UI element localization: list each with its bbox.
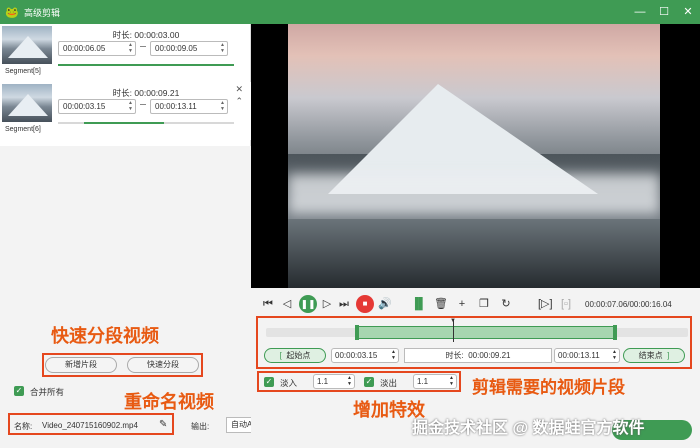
segment-label: Segment[6] bbox=[5, 126, 41, 133]
close-button[interactable]: ✕ bbox=[676, 0, 700, 24]
name-label: 名称: bbox=[14, 422, 33, 431]
segment-end-field[interactable]: 00:00:09.05 ▲ ▼ bbox=[150, 41, 228, 56]
copy-icon[interactable]: ❐ bbox=[478, 298, 490, 310]
add-segment-button[interactable]: 新增片段 bbox=[45, 357, 117, 373]
collapse-icon[interactable]: ⌃ bbox=[235, 96, 243, 107]
spin-icon[interactable]: ▲ ▼ bbox=[220, 42, 225, 54]
segment-end-field[interactable]: 00:00:13.11 ▲ ▼ bbox=[150, 99, 228, 114]
skip-to-end-icon[interactable]: ⏭ bbox=[338, 298, 350, 310]
set-end-icon[interactable]: [▫] bbox=[560, 298, 572, 310]
remove-segment-icon[interactable]: ✕ bbox=[235, 84, 243, 95]
file-name-field[interactable]: Video_240715160902.mp4 bbox=[42, 421, 138, 430]
stop-button[interactable]: ■ bbox=[356, 295, 374, 313]
maximize-button[interactable]: ☐ bbox=[652, 0, 676, 24]
spin-icon[interactable]: ▲ ▼ bbox=[391, 349, 396, 361]
fade-in-label: 淡入 bbox=[280, 378, 298, 388]
edit-pencil-icon[interactable]: ✎ bbox=[159, 419, 167, 430]
annotation-rename: 重命名视频 bbox=[124, 392, 214, 412]
segment-progress bbox=[58, 122, 234, 124]
title-bar: 🐸 高级剪辑 — ☐ ✕ bbox=[0, 0, 700, 24]
video-preview[interactable] bbox=[288, 24, 660, 288]
spin-icon[interactable]: ▲ ▼ bbox=[128, 42, 133, 54]
segment-start-field[interactable]: 00:00:03.15 ▲ ▼ bbox=[58, 99, 136, 114]
start-point-button[interactable]: [ 起始点 bbox=[264, 348, 326, 363]
segment-label: Segment[5] bbox=[5, 68, 41, 75]
range-dash bbox=[140, 46, 146, 47]
minimize-button[interactable]: — bbox=[628, 0, 652, 24]
segment-thumbnail bbox=[2, 84, 52, 122]
playhead-marker-icon[interactable]: ▼ bbox=[450, 318, 456, 324]
delete-icon[interactable]: 🗑 bbox=[434, 298, 448, 310]
previous-frame-icon[interactable]: ◁ bbox=[281, 298, 293, 310]
next-frame-icon[interactable]: ▷ bbox=[321, 298, 333, 310]
segment-start-field[interactable]: 00:00:06.05 ▲ ▼ bbox=[58, 41, 136, 56]
segment-duration: 时长: 00:00:03.00 bbox=[112, 30, 180, 40]
start-time-field[interactable]: 00:00:03.15 ▲ ▼ bbox=[331, 348, 399, 363]
time-display: 00:00:07.06/00:00:16.04 bbox=[585, 300, 672, 309]
clip-duration: 时长: 00:00:09.21 bbox=[404, 348, 552, 363]
end-point-button[interactable]: 结束点 ] bbox=[623, 348, 685, 363]
annotation-quick-split: 快速分段视频 bbox=[51, 326, 159, 346]
volume-icon[interactable]: 🔊 bbox=[378, 298, 392, 310]
watermark: 掘金技术社区 @ 数据蛙官方软件 bbox=[412, 420, 645, 437]
merge-all-label: 合并所有 bbox=[30, 387, 65, 397]
segment-item[interactable]: Segment[6] 时长: 00:00:09.21 00:00:03.15 ▲ ▼… bbox=[0, 82, 251, 140]
fade-out-value[interactable]: 1.1 ▲ ▼ bbox=[413, 374, 457, 389]
segment-progress bbox=[58, 64, 234, 66]
range-dash bbox=[140, 104, 146, 105]
merge-all-checkbox[interactable]: ✓ bbox=[14, 386, 24, 396]
fade-in-checkbox[interactable]: ✓ bbox=[264, 377, 274, 387]
add-icon[interactable]: + bbox=[456, 298, 468, 310]
quick-split-button[interactable]: 快速分段 bbox=[127, 357, 199, 373]
annotation-clip-segment: 剪辑需要的视频片段 bbox=[472, 378, 625, 397]
skip-to-start-icon[interactable]: ⏮ bbox=[262, 298, 274, 310]
reset-icon[interactable]: ↻ bbox=[500, 298, 512, 310]
range-start-handle[interactable] bbox=[355, 325, 359, 340]
fade-in-value[interactable]: 1.1 ▲ ▼ bbox=[313, 374, 355, 389]
spin-icon[interactable]: ▲ ▼ bbox=[220, 100, 225, 112]
segment-thumbnail bbox=[2, 26, 52, 64]
play-pause-button[interactable]: ❚❚ bbox=[299, 295, 317, 313]
range-end-handle[interactable] bbox=[613, 325, 617, 340]
spin-icon[interactable]: ▲ ▼ bbox=[612, 349, 617, 361]
set-start-icon[interactable]: [▷] bbox=[538, 298, 553, 310]
spin-icon[interactable]: ▲ ▼ bbox=[128, 100, 133, 112]
segment-item[interactable]: Segment[5] 时长: 00:00:03.00 00:00:06.05 ▲ ▼… bbox=[0, 24, 251, 82]
end-time-field[interactable]: 00:00:13.11 ▲ ▼ bbox=[554, 348, 620, 363]
window-title: 高级剪辑 bbox=[24, 7, 61, 18]
spin-icon[interactable]: ▲ ▼ bbox=[347, 375, 352, 387]
fade-out-checkbox[interactable]: ✓ bbox=[364, 377, 374, 387]
selected-range[interactable] bbox=[357, 326, 615, 339]
spin-icon[interactable]: ▲ ▼ bbox=[449, 375, 454, 387]
app-logo-icon: 🐸 bbox=[5, 6, 19, 19]
fade-out-label: 淡出 bbox=[380, 378, 398, 388]
segment-duration: 时长: 00:00:09.21 bbox=[112, 88, 180, 98]
split-icon[interactable]: ▐▌ bbox=[411, 298, 427, 310]
output-label: 输出: bbox=[191, 422, 210, 431]
